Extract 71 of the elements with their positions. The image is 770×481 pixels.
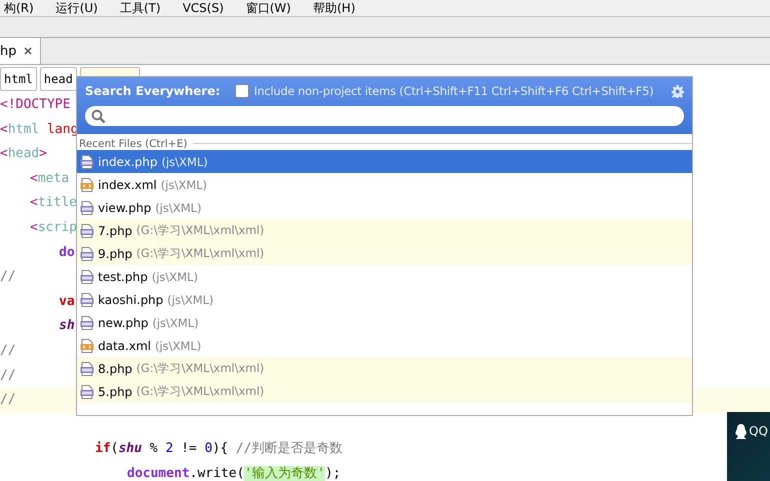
file-path: (js\XML) <box>152 270 198 284</box>
file-path: (G:\学习\XML\xml\xml) <box>136 246 264 261</box>
php-file-icon <box>80 246 94 260</box>
breadcrumb[interactable]: head <box>40 67 77 91</box>
checkbox[interactable] <box>235 84 249 98</box>
file-name: index.php <box>98 154 158 168</box>
code-line: sh <box>59 318 75 334</box>
editor-tab[interactable]: hp <box>0 38 40 64</box>
popup-title: Search Everywhere: <box>85 84 222 98</box>
php-file-icon <box>80 384 94 398</box>
file-path: (js\XML) <box>161 154 208 168</box>
file-path: (js\XML) <box>167 292 214 306</box>
code-line: document.write('输入为奇数'); <box>127 466 341 481</box>
code-line: // <box>0 342 16 358</box>
file-path: (js\XML) <box>160 178 208 192</box>
php-file-icon <box>80 316 94 330</box>
php-file-icon <box>80 362 94 376</box>
tab-label: hp <box>0 44 16 58</box>
section-label: Recent Files (Ctrl+E) <box>79 138 188 150</box>
code-line: <scrip <box>30 220 77 235</box>
file-name: 7.php <box>98 224 132 238</box>
file-path: (js\XML) <box>155 200 202 214</box>
php-file-icon <box>80 224 94 238</box>
file-item[interactable]: index.php (js\XML) <box>77 150 692 173</box>
file-item[interactable]: 9.php (G:\学习\XML\xml\xml) <box>77 242 692 265</box>
file-path: (js\XML) <box>152 316 199 330</box>
code-line: va <box>59 294 75 309</box>
code-line: do <box>59 244 75 260</box>
file-name: kaoshi.php <box>98 292 164 306</box>
code-line: // <box>0 269 16 284</box>
menu-item[interactable]: VCS(S) <box>182 0 224 16</box>
code-line: if(shu % 2 != 0){ //判断是否是奇数 <box>95 441 343 456</box>
menu-item[interactable]: 构(R) <box>4 0 34 16</box>
file-name: 5.php <box>98 384 132 398</box>
breadcrumb[interactable]: html <box>0 67 37 91</box>
code-line: <!DOCTYPE <box>0 97 70 112</box>
file-name: test.php <box>98 270 148 284</box>
file-name: 8.php <box>98 362 132 376</box>
penguin-icon <box>735 424 747 440</box>
file-name: new.php <box>98 316 148 330</box>
code-line: <title <box>30 195 77 210</box>
settings-icon[interactable] <box>671 84 684 98</box>
file-item[interactable]: 7.php (G:\学习\XML\xml\xml) <box>77 219 692 242</box>
search-icon <box>91 108 106 124</box>
code-line: <head> <box>0 146 47 162</box>
code-line: <meta <box>30 170 70 186</box>
code-line: // <box>0 368 16 383</box>
close-icon[interactable] <box>24 47 32 55</box>
file-name: index.xml <box>98 178 157 192</box>
file-name: data.xml <box>98 338 151 352</box>
file-item[interactable]: 8.php (G:\学习\XML\xml\xml) <box>77 357 692 380</box>
file-name: view.php <box>98 200 152 214</box>
php-file-icon <box>80 154 94 168</box>
file-name: 9.php <box>98 246 132 260</box>
file-item[interactable]: 5.php (G:\学习\XML\xml\xml) <box>77 380 692 403</box>
file-path: (G:\学习\XML\xml\xml) <box>136 361 264 376</box>
menu-item[interactable]: 运行(U) <box>56 0 98 16</box>
search-field[interactable] <box>85 106 684 126</box>
code-line: // <box>0 392 16 408</box>
menu-item[interactable]: 帮助(H) <box>312 0 356 16</box>
file-path: (js\XML) <box>154 338 202 352</box>
file-path: (G:\学习\XML\xml\xml) <box>136 384 264 399</box>
menu-item[interactable]: 窗口(W) <box>246 0 291 16</box>
xml-file-icon <box>80 178 94 192</box>
php-file-icon <box>80 200 94 214</box>
menu-item[interactable]: 工具(T) <box>120 0 161 16</box>
php-file-icon <box>80 270 94 284</box>
panel-label: QQ <box>749 424 768 438</box>
php-file-icon <box>80 292 94 306</box>
xml-file-icon <box>80 338 94 352</box>
file-path: (G:\学习\XML\xml\xml) <box>136 223 264 238</box>
